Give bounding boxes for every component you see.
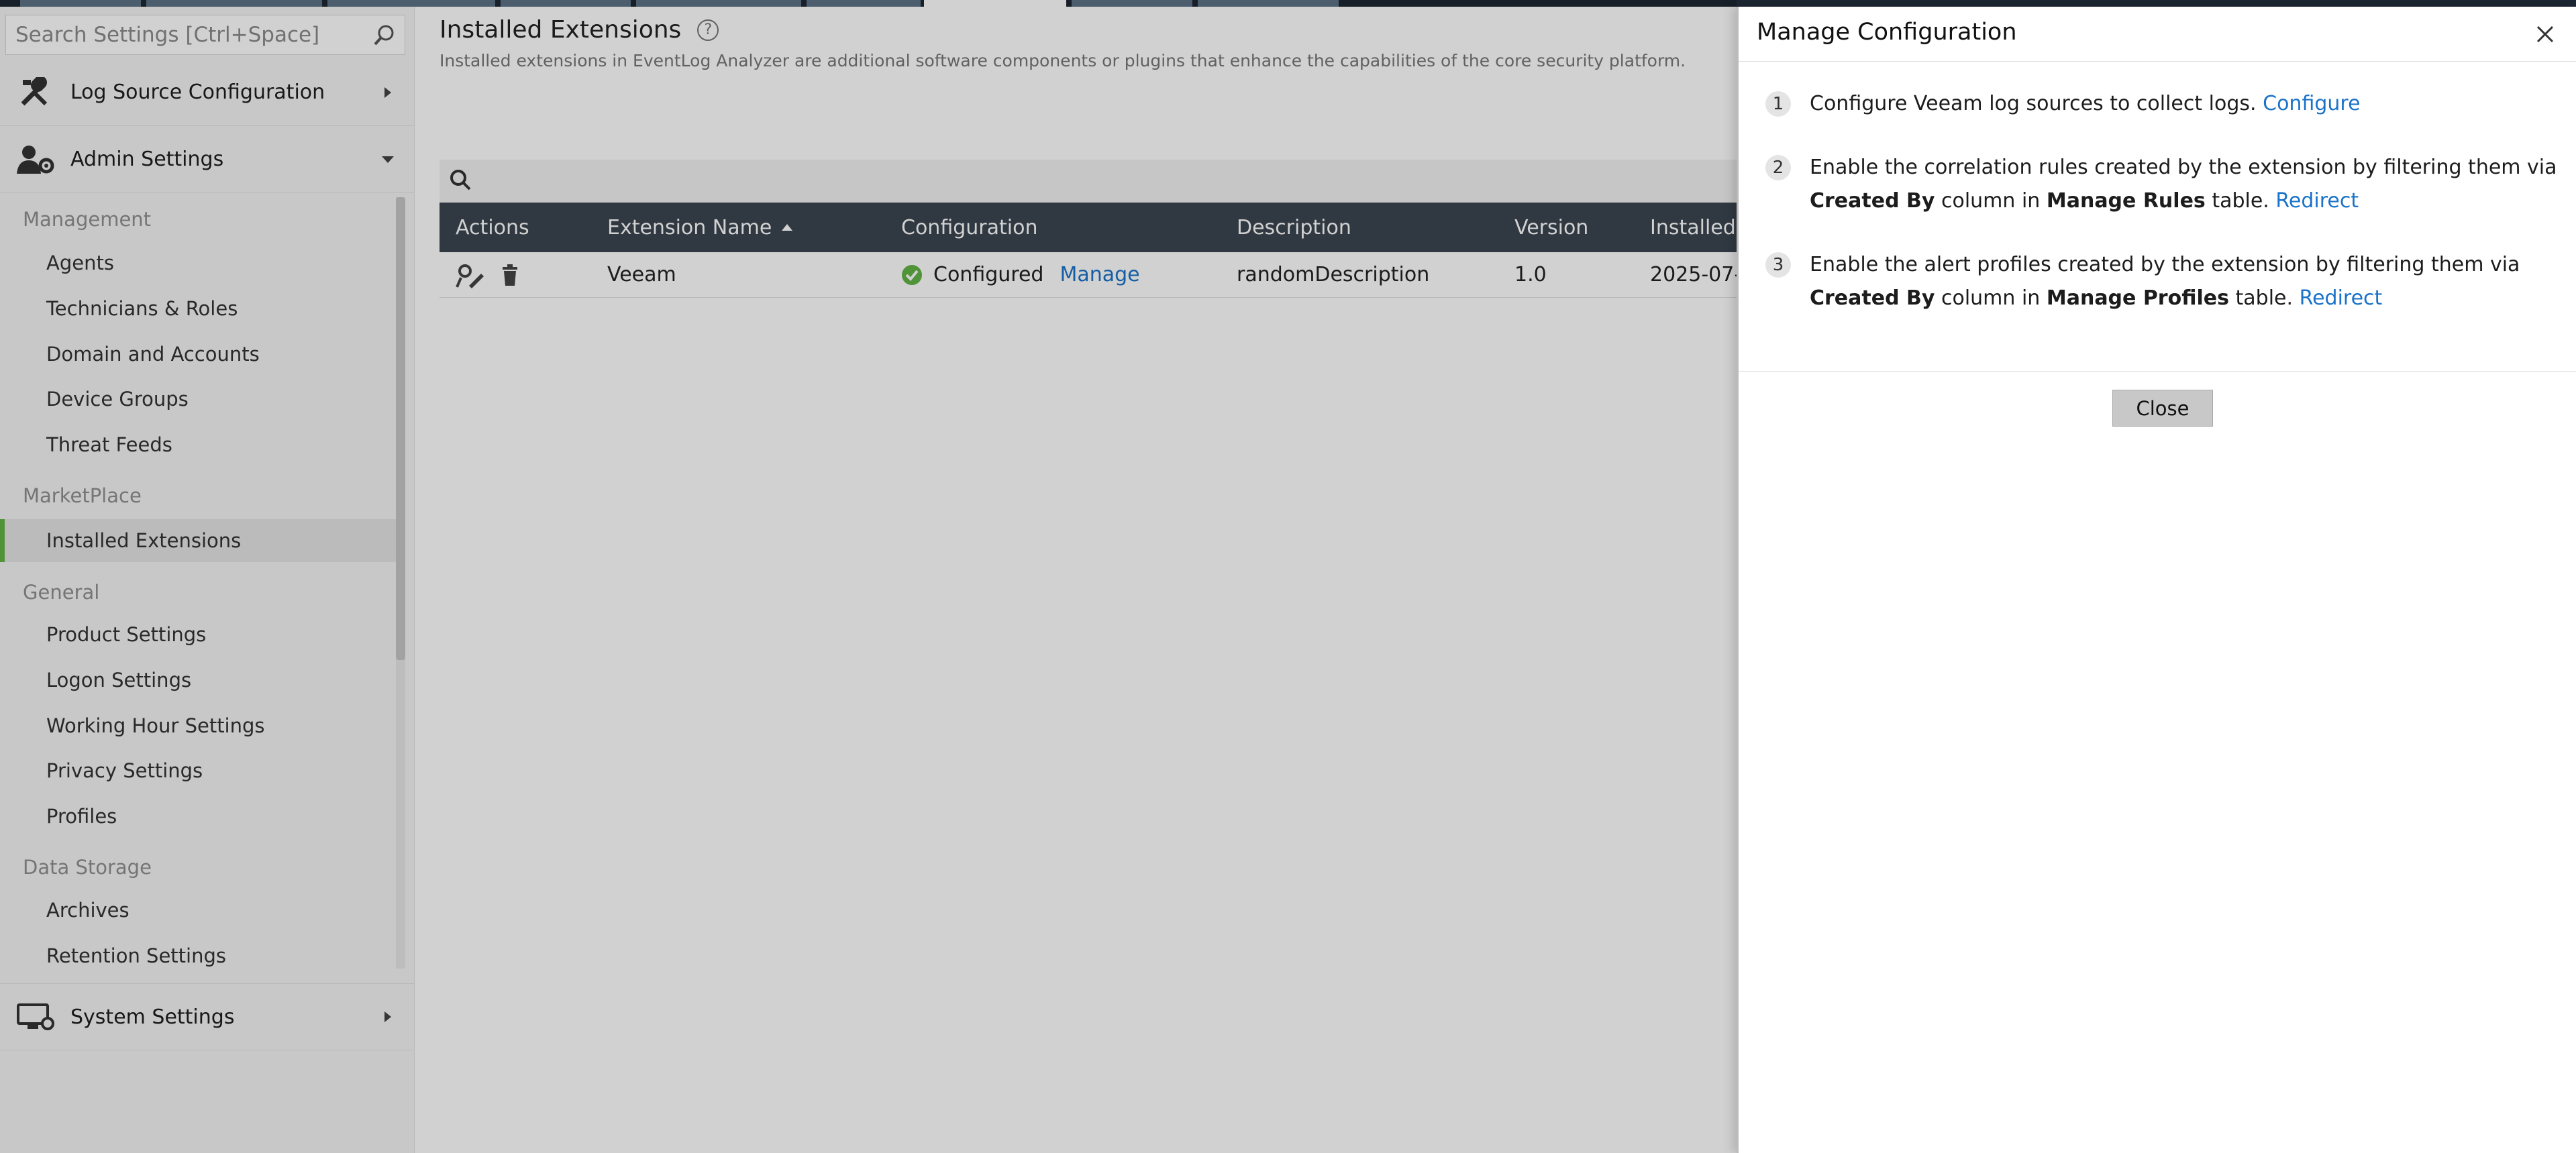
step-2-post: table.	[2212, 189, 2269, 213]
close-icon[interactable]	[2532, 21, 2558, 47]
manage-rules-term: Manage Rules	[2046, 189, 2206, 213]
step-text: Enable the correlation rules created by …	[1810, 151, 2564, 218]
modal-backdrop[interactable]	[0, 0, 1737, 1153]
step-number: 3	[1765, 252, 1791, 278]
step-number: 1	[1765, 91, 1791, 117]
step-3: 3 Enable the alert profiles created by t…	[1765, 248, 2564, 315]
step-1: 1 Configure Veeam log sources to collect…	[1765, 87, 2564, 121]
step-2: 2 Enable the correlation rules created b…	[1765, 151, 2564, 218]
step-2-mid: column in	[1941, 189, 2041, 213]
manage-configuration-drawer: Manage Configuration 1 Configure Veeam l…	[1737, 7, 2576, 1153]
step-3-mid: column in	[1941, 286, 2041, 310]
manage-profiles-term: Manage Profiles	[2046, 286, 2229, 310]
step-text: Configure Veeam log sources to collect l…	[1810, 87, 2564, 121]
close-button[interactable]: Close	[2112, 390, 2213, 427]
configure-link[interactable]: Configure	[2263, 92, 2360, 115]
step-3-post: table.	[2235, 286, 2294, 310]
step-1-text: Configure Veeam log sources to collect l…	[1810, 92, 2257, 115]
drawer-divider	[1739, 371, 2576, 372]
redirect-rules-link[interactable]: Redirect	[2275, 189, 2359, 213]
drawer-title: Manage Configuration	[1757, 19, 2017, 46]
drawer-header: Manage Configuration	[1739, 7, 2576, 62]
step-number: 2	[1765, 155, 1791, 180]
step-text: Enable the alert profiles created by the…	[1810, 248, 2564, 315]
step-3-pre: Enable the alert profiles created by the…	[1810, 253, 2520, 276]
created-by-term: Created By	[1810, 286, 1935, 310]
step-2-pre: Enable the correlation rules created by …	[1810, 156, 2557, 179]
created-by-term: Created By	[1810, 189, 1935, 213]
redirect-profiles-link[interactable]: Redirect	[2300, 286, 2383, 310]
